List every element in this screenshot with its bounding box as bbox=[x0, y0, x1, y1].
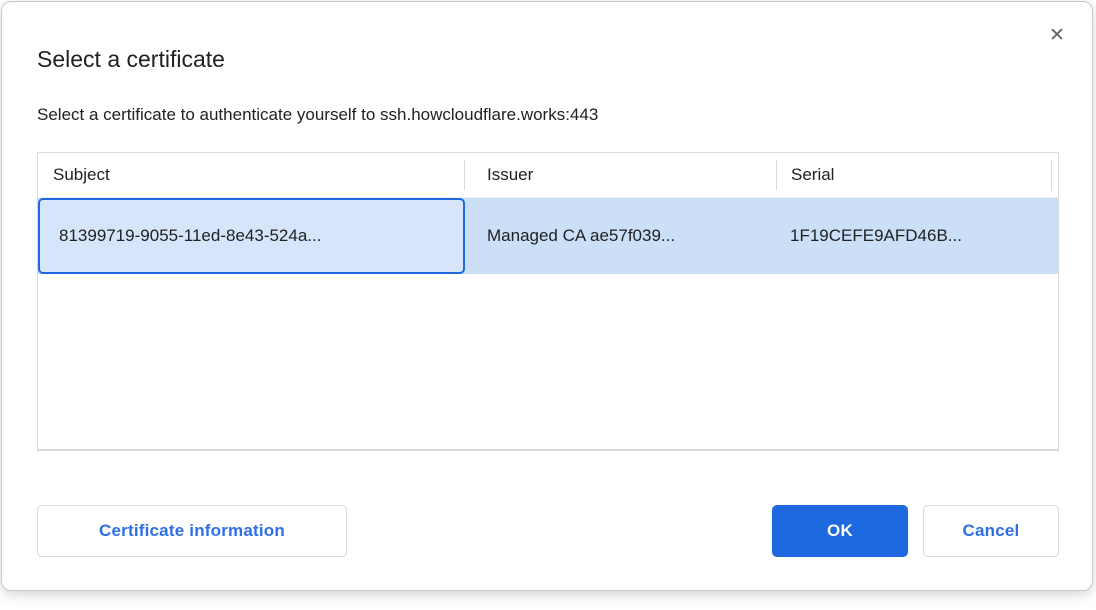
cell-subject: 81399719-9055-11ed-8e43-524a... bbox=[38, 198, 465, 274]
dialog-subtitle: Select a certificate to authenticate you… bbox=[37, 104, 598, 126]
column-header-serial: Serial bbox=[777, 153, 1058, 197]
certificate-row-selected[interactable]: 81399719-9055-11ed-8e43-524a... Managed … bbox=[38, 198, 1058, 274]
column-header-subject: Subject bbox=[38, 153, 464, 197]
dialog-title: Select a certificate bbox=[37, 44, 225, 74]
table-header: Subject Issuer Serial bbox=[38, 153, 1058, 198]
close-button[interactable]: ✕ bbox=[1042, 20, 1072, 50]
column-header-issuer: Issuer bbox=[465, 153, 776, 197]
column-divider bbox=[1051, 160, 1052, 191]
certificate-information-button[interactable]: Certificate information bbox=[37, 505, 347, 557]
certificate-table: Subject Issuer Serial 81399719-9055-11ed… bbox=[37, 152, 1059, 451]
close-icon: ✕ bbox=[1049, 26, 1065, 45]
cell-issuer: Managed CA ae57f039... bbox=[465, 198, 776, 274]
certificate-select-dialog: ✕ Select a certificate Select a certific… bbox=[1, 1, 1093, 591]
ok-button[interactable]: OK bbox=[772, 505, 908, 557]
cell-serial: 1F19CEFE9AFD46B... bbox=[776, 198, 1058, 274]
cancel-button[interactable]: Cancel bbox=[923, 505, 1059, 557]
